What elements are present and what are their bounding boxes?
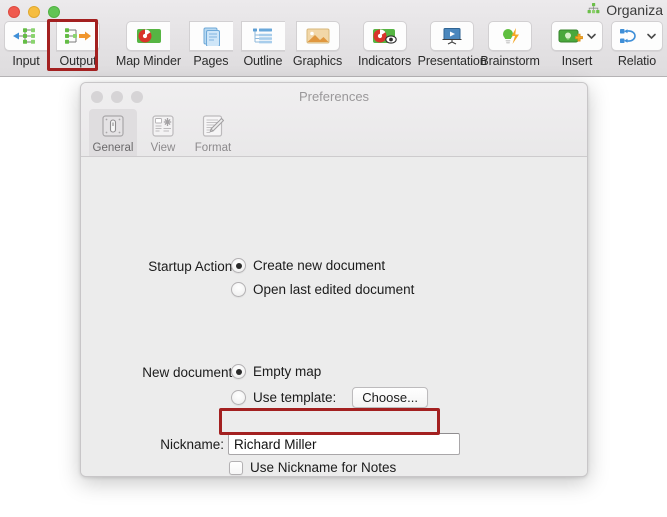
toolbar-label-relation: Relatio [617, 54, 657, 68]
toolbar-item-pages[interactable]: Pages [185, 21, 237, 68]
map-minder-icon [126, 21, 171, 51]
nickname-label-wrap: Nickname: [81, 437, 224, 452]
outline-icon [240, 21, 285, 51]
window-controls [8, 6, 60, 18]
startup-action-label: Startup Action: [148, 259, 236, 274]
toolbar-item-output[interactable]: Output [52, 21, 104, 68]
minimize-button[interactable] [28, 6, 40, 18]
toolbar-item-insert[interactable]: Insert [547, 21, 607, 68]
main-toolbar: Input Output Map Minder Pages Outline Gr… [0, 21, 667, 77]
app-window: Organiza Input Output Map Minder Pages O… [0, 0, 667, 77]
preferences-window: Preferences General View Format Startup … [80, 82, 588, 477]
document-title: Organiza [587, 2, 663, 18]
toolbar-group-indicators: Indicators [354, 21, 415, 68]
radio-use-template-label: Use template: [253, 390, 337, 405]
new-document-label: New document: [142, 365, 236, 380]
preferences-body: Startup Action: Create new document Open… [81, 157, 587, 476]
toolbar-item-indicators[interactable]: Indicators [354, 21, 415, 68]
document-title-text: Organiza [606, 2, 663, 18]
output-nodes-icon [56, 21, 100, 51]
input-nodes-icon [4, 21, 48, 51]
startup-action-option-create[interactable]: Create new document [231, 258, 385, 273]
toolbar-label-output: Output [59, 54, 97, 68]
checkbox-use-nickname-for-notes[interactable]: ✓ [229, 460, 243, 475]
insert-topic-icon [550, 21, 603, 51]
toolbar-label-pages: Pages [193, 54, 229, 68]
toolbar-item-brainstorm[interactable]: Brainstorm [480, 21, 540, 68]
toolbar-item-relation[interactable]: Relatio [607, 21, 667, 68]
tab-format-label: Format [194, 142, 232, 154]
app-titlebar: Organiza [0, 0, 667, 23]
tab-general[interactable]: General [89, 109, 137, 156]
preferences-titlebar: Preferences General View Format [81, 83, 587, 157]
use-nickname-for-notes-row[interactable]: ✓ Use Nickname for Notes [229, 460, 396, 475]
radio-open-last-edited-document[interactable] [231, 282, 246, 297]
nickname-input[interactable]: Richard Miller [228, 433, 460, 455]
startup-action-label-wrap: Startup Action: [81, 259, 236, 274]
nickname-label: Nickname: [160, 437, 224, 452]
view-layout-icon [148, 111, 178, 141]
preferences-toolbar-tabs: General View Format [89, 109, 237, 156]
toolbar-item-map-minder[interactable]: Map Minder [112, 21, 185, 68]
general-switch-icon [98, 111, 128, 141]
new-document-label-wrap: New document: [81, 365, 236, 380]
radio-create-new-document-label: Create new document [253, 258, 386, 273]
brainstorm-bulb-icon [488, 21, 533, 51]
toolbar-item-outline[interactable]: Outline [237, 21, 289, 68]
close-button[interactable] [8, 6, 20, 18]
mindmap-icon [587, 2, 600, 18]
pages-icon [188, 21, 233, 51]
tab-view[interactable]: View [139, 109, 187, 156]
preferences-title: Preferences [298, 89, 370, 104]
toolbar-label-insert: Insert [561, 54, 593, 68]
relationship-icon [610, 21, 663, 51]
toolbar-label-input: Input [12, 54, 40, 68]
nickname-field-wrap: Richard Miller [228, 433, 460, 455]
toolbar-label-brainstorm: Brainstorm [480, 54, 540, 68]
toolbar-group-io: Input Output [0, 21, 104, 68]
tab-format[interactable]: Format [189, 109, 237, 156]
tab-general-label: General [92, 142, 134, 154]
toolbar-group-presentation: Presentation Brainstorm [418, 21, 540, 68]
radio-empty-map-label: Empty map [253, 364, 322, 379]
toolbar-item-presentation[interactable]: Presentation [418, 21, 487, 68]
radio-create-new-document[interactable] [231, 258, 246, 273]
indicators-eye-icon [362, 21, 407, 51]
use-nickname-for-notes-label: Use Nickname for Notes [250, 460, 397, 475]
choose-template-button[interactable]: Choose... [352, 387, 428, 408]
toolbar-label-indicators: Indicators [358, 54, 412, 68]
new-document-option-empty-map[interactable]: Empty map [231, 364, 321, 379]
radio-empty-map[interactable] [231, 364, 246, 379]
toolbar-label-graphics: Graphics [292, 54, 343, 68]
toolbar-group-insert: Insert Relatio [547, 21, 667, 68]
toolbar-item-input[interactable]: Input [0, 21, 52, 68]
toolbar-label-outline: Outline [243, 54, 283, 68]
format-pencil-icon [198, 111, 228, 141]
zoom-button[interactable] [48, 6, 60, 18]
toolbar-label-map-minder: Map Minder [115, 54, 181, 68]
toolbar-label-presentation: Presentation [417, 54, 487, 68]
graphics-icon [295, 21, 340, 51]
tab-view-label: View [150, 142, 176, 154]
radio-use-template[interactable] [231, 390, 246, 405]
startup-action-option-open-last[interactable]: Open last edited document [231, 282, 414, 297]
toolbar-item-graphics[interactable]: Graphics [289, 21, 346, 68]
new-document-option-use-template[interactable]: Use template: Choose... [231, 387, 428, 408]
screen: Organiza Input Output Map Minder Pages O… [0, 0, 667, 517]
radio-open-last-edited-document-label: Open last edited document [253, 282, 415, 297]
toolbar-group-view: Map Minder Pages Outline Graphics [112, 21, 346, 68]
presentation-icon [430, 21, 475, 51]
